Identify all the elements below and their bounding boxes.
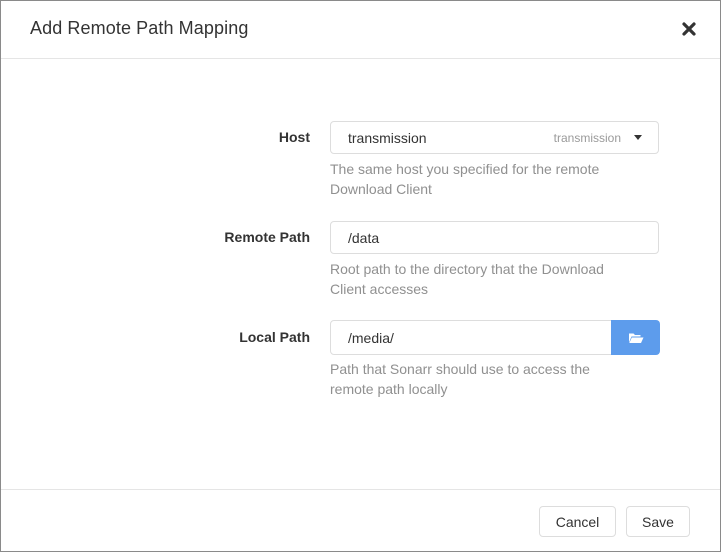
remote-path-value: /data	[348, 230, 380, 246]
host-select-hint: transmission	[553, 131, 621, 145]
add-remote-path-mapping-modal: Add Remote Path Mapping Host transmissio…	[0, 0, 721, 552]
local-path-input[interactable]: /media/	[330, 320, 612, 355]
local-path-help-text: Path that Sonarr should use to access th…	[330, 361, 590, 397]
modal-header: Add Remote Path Mapping	[1, 1, 720, 59]
remote-path-input[interactable]: /data	[330, 221, 659, 254]
close-button[interactable]	[679, 19, 699, 39]
close-icon	[682, 22, 696, 36]
local-path-label: Local Path	[239, 329, 310, 345]
host-help-text: The same host you specified for the remo…	[330, 161, 600, 197]
save-button[interactable]: Save	[626, 506, 690, 537]
local-path-value: /media/	[348, 330, 394, 346]
remote-path-label: Remote Path	[224, 229, 310, 245]
host-select-value: transmission	[348, 130, 427, 146]
remote-path-help-text: Root path to the directory that the Down…	[330, 261, 604, 297]
folder-open-icon	[629, 333, 644, 343]
modal-footer: Cancel Save	[1, 489, 720, 552]
caret-down-icon	[634, 135, 642, 140]
browse-folder-button[interactable]	[611, 320, 660, 355]
cancel-button[interactable]: Cancel	[539, 506, 616, 537]
host-label: Host	[278, 129, 310, 145]
host-select[interactable]: transmission transmission	[330, 121, 659, 154]
modal-title: Add Remote Path Mapping	[30, 18, 249, 38]
